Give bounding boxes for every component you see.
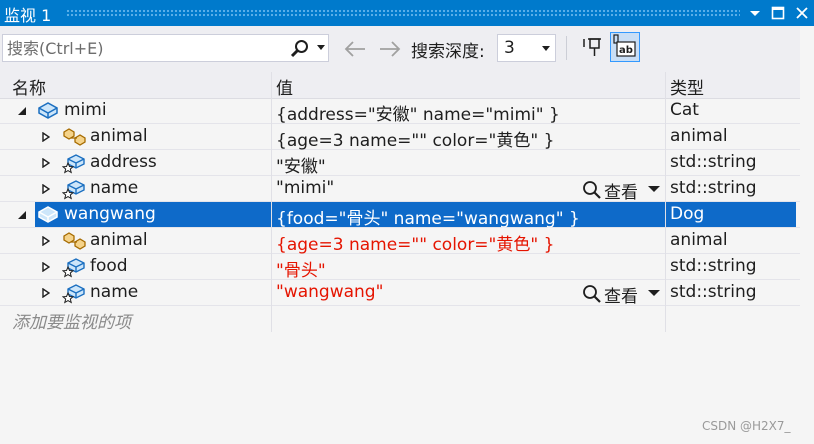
row-value[interactable]: {address="安徽" name="mimi" }: [276, 100, 560, 125]
row-type: std::string: [670, 152, 757, 172]
search-options-dropdown-icon[interactable]: [316, 45, 326, 51]
base-class-icon: [63, 128, 86, 146]
row-value-changed[interactable]: "骨头": [276, 256, 326, 281]
expand-triangle-icon[interactable]: [42, 132, 50, 142]
search-depth-label: 搜索深度:: [411, 42, 485, 62]
row-name: mimi: [64, 100, 107, 120]
row-value[interactable]: {age=3 name="" color="黄色" }: [276, 126, 554, 151]
row-type: Cat: [670, 100, 699, 120]
watch-row-animal[interactable]: animal {age=3 name="" color="黄色" } anima…: [0, 124, 800, 151]
column-divider[interactable]: [271, 72, 272, 332]
column-divider[interactable]: [665, 72, 666, 332]
forward-arrow-icon[interactable]: [378, 40, 402, 58]
row-name: animal: [90, 230, 148, 250]
watch-row-name[interactable]: name "wangwang" 查看 std::string: [0, 280, 800, 307]
row-type: animal: [670, 230, 728, 250]
field-icon: [62, 258, 85, 278]
column-header-type[interactable]: 类型: [670, 74, 704, 99]
collapse-triangle-icon[interactable]: [17, 106, 27, 116]
row-name: animal: [90, 126, 148, 146]
row-type: animal: [670, 126, 728, 146]
expand-triangle-icon[interactable]: [42, 184, 50, 194]
close-button[interactable]: [791, 0, 813, 26]
dropdown-icon: [750, 11, 760, 16]
row-name: name: [90, 178, 139, 198]
expand-triangle-icon[interactable]: [42, 262, 50, 272]
chevron-down-icon: [542, 46, 550, 51]
row-name: address: [90, 152, 157, 172]
pin-icon[interactable]: [581, 35, 607, 61]
column-header-value[interactable]: 值: [276, 74, 293, 99]
search-input[interactable]: [7, 37, 277, 59]
watch-row-name[interactable]: name "mimi" 查看 std::string: [0, 176, 800, 203]
row-type: Dog: [670, 204, 705, 224]
row-value[interactable]: {food="骨头" name="wangwang" }: [276, 204, 580, 229]
base-class-icon: [63, 232, 86, 250]
column-header-name[interactable]: 名称: [12, 74, 46, 99]
vertical-scrollbar[interactable]: [800, 26, 814, 372]
watch-row-animal[interactable]: animal {age=3 name="" color="黄色" } anima…: [0, 228, 800, 255]
hex-display-icon: ab: [613, 34, 636, 57]
collapse-triangle-icon[interactable]: [17, 210, 27, 220]
add-watch-row[interactable]: 添加要监视的项: [0, 306, 800, 333]
class-object-icon: [38, 102, 58, 119]
expand-triangle-icon[interactable]: [42, 288, 50, 298]
search-depth-combobox[interactable]: 3: [497, 34, 556, 62]
class-object-icon: [38, 206, 58, 223]
back-arrow-icon[interactable]: [343, 40, 367, 58]
expand-triangle-icon[interactable]: [42, 236, 50, 246]
row-name: name: [90, 282, 139, 302]
row-type: std::string: [670, 178, 757, 198]
window-title: 监视 1: [4, 6, 52, 25]
expand-triangle-icon[interactable]: [42, 158, 50, 168]
magnifier-icon: [583, 181, 601, 199]
close-icon: [796, 7, 808, 19]
chevron-down-icon[interactable]: [648, 290, 660, 297]
search-icon[interactable]: [289, 38, 311, 60]
row-type: std::string: [670, 256, 757, 276]
field-icon: [62, 154, 85, 174]
search-depth-value: 3: [504, 38, 515, 58]
field-icon: [62, 284, 85, 304]
svg-text:ab: ab: [619, 45, 633, 56]
view-label: 查看: [604, 183, 638, 203]
watch-toolbar: 搜索深度: 3 ab: [0, 26, 814, 72]
row-value-changed[interactable]: "wangwang": [276, 282, 383, 302]
row-name: wangwang: [64, 204, 156, 224]
row-name: food: [90, 256, 128, 276]
chevron-down-icon[interactable]: [648, 186, 660, 193]
watch-grid: 名称 值 类型 mimi {address="安徽" name="mimi" }…: [0, 72, 814, 444]
magnifier-icon: [583, 285, 601, 303]
window-menu-button[interactable]: [744, 0, 766, 26]
field-icon: [62, 180, 85, 200]
add-watch-placeholder[interactable]: 添加要监视的项: [12, 308, 131, 333]
search-box[interactable]: [2, 34, 329, 62]
hex-display-toggle[interactable]: ab: [610, 32, 640, 62]
watch-row-address[interactable]: address "安徽" std::string: [0, 150, 800, 177]
watermark: CSDN @H2X7_: [702, 419, 791, 433]
toolbar-separator: [566, 36, 567, 60]
row-type: std::string: [670, 282, 757, 302]
watch-row-wangwang[interactable]: wangwang {food="骨头" name="wangwang" } Do…: [0, 202, 800, 229]
watch-row-mimi[interactable]: mimi {address="安徽" name="mimi" } Cat: [0, 98, 800, 125]
column-header-row: 名称 值 类型: [0, 72, 800, 99]
watch-row-food[interactable]: food "骨头" std::string: [0, 254, 800, 281]
view-label: 查看: [604, 287, 638, 307]
row-value[interactable]: "安徽": [276, 152, 326, 177]
auto-hide-button[interactable]: [767, 0, 789, 26]
title-bar-grip[interactable]: [66, 9, 740, 17]
row-value[interactable]: "mimi": [276, 178, 334, 198]
window-title-bar: 监视 1: [0, 0, 814, 26]
row-value-changed[interactable]: {age=3 name="" color="黄色" }: [276, 230, 554, 255]
maximize-icon: [771, 6, 785, 20]
